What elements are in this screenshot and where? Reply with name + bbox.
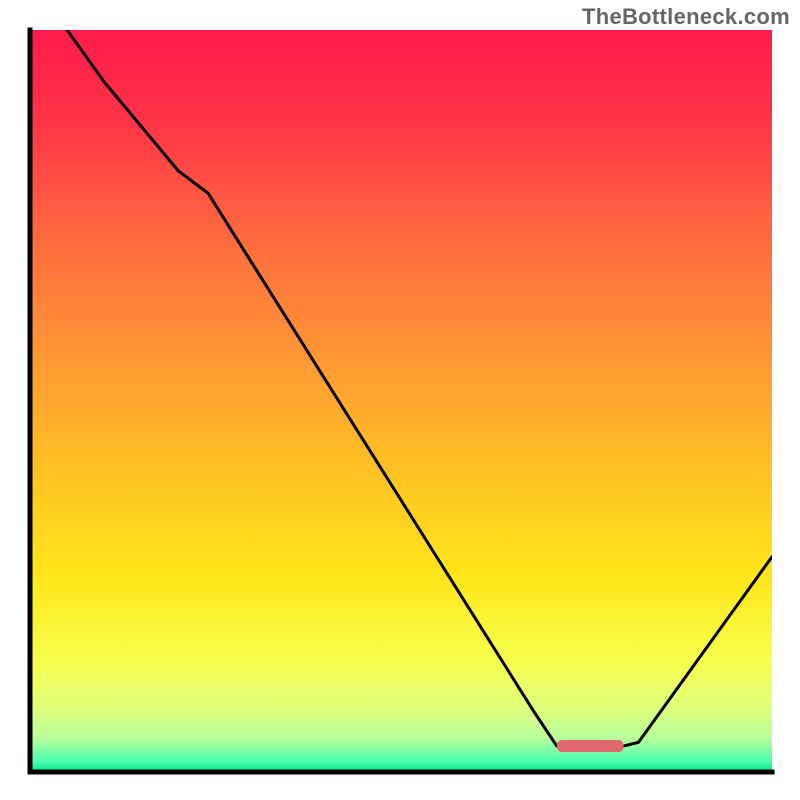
bottleneck-chart — [0, 0, 800, 800]
optimal-marker — [557, 740, 624, 752]
chart-container: TheBottleneck.com — [0, 0, 800, 800]
watermark-label: TheBottleneck.com — [582, 4, 790, 30]
plot-background — [30, 30, 772, 772]
